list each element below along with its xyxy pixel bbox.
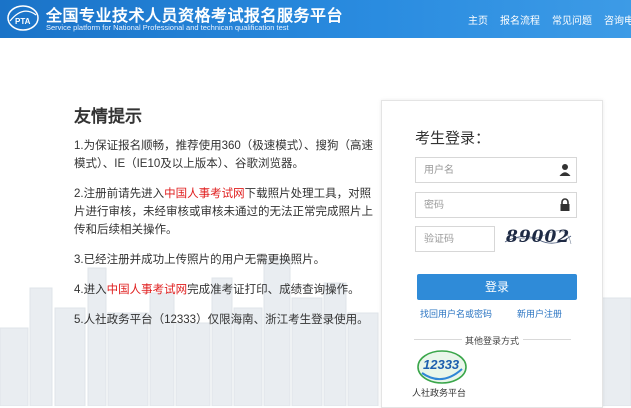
captcha-input[interactable] <box>422 227 496 251</box>
captcha-field-box <box>415 226 496 252</box>
cpta-link[interactable]: 中国人事考试网 <box>164 188 245 200</box>
divider-right <box>523 339 571 340</box>
user-icon <box>559 164 571 176</box>
top-nav: 主页 报名流程 常见问题 咨询电话 <box>468 12 631 27</box>
notice-item-4: 4.进入中国人事考试网完成准考证打印、成绩查询操作。 <box>74 281 374 299</box>
notice-item-2: 2.注册前请先进入中国人事考试网下载照片处理工具，对照片进行审核，未经审核或审核… <box>74 185 374 239</box>
divider-left <box>414 339 462 340</box>
site-subtitle: Service platform for National Profession… <box>46 23 289 32</box>
login-button[interactable]: 登录 <box>417 274 577 300</box>
password-input[interactable] <box>422 193 556 217</box>
notice-title: 友情提示 <box>74 107 142 126</box>
cpta-link-2[interactable]: 中国人事考试网 <box>107 284 188 296</box>
register-link[interactable]: 新用户注册 <box>517 307 562 320</box>
other-login-label: 其他登录方式 <box>465 336 520 346</box>
login-panel: 考生登录： 89002 登录 找回用户名或密码 新用户注册 其他登录方式 123… <box>381 100 603 408</box>
pta-logo-icon: PTA <box>7 5 39 31</box>
notice-item-3: 3.已经注册并成功上传照片的用户无需更换照片。 <box>74 254 326 266</box>
nav-process[interactable]: 报名流程 <box>500 12 540 27</box>
sheb-platform-label: 人社政务平台 <box>412 388 467 398</box>
captcha-image[interactable]: 89002 <box>503 226 573 250</box>
notice-item-4-post: 完成准考证打印、成绩查询操作。 <box>187 284 360 296</box>
lock-icon <box>560 198 570 211</box>
notice-item-5: 5.人社政务平台（12333）仅限海南、浙江考生登录使用。 <box>74 314 369 326</box>
login-title: 考生登录： <box>415 130 491 147</box>
sheb-logo-text: 12333 <box>423 357 460 372</box>
logo-text: PTA <box>15 17 31 26</box>
nav-phone[interactable]: 咨询电话 <box>604 12 631 27</box>
captcha-code: 89002 <box>506 227 571 247</box>
nav-home[interactable]: 主页 <box>468 12 488 27</box>
username-input[interactable] <box>422 158 556 182</box>
notice-item-2-pre: 2.注册前请先进入 <box>74 188 165 200</box>
username-field-box <box>415 157 577 183</box>
forgot-password-link[interactable]: 找回用户名或密码 <box>420 307 492 320</box>
password-field-box <box>415 192 577 218</box>
nav-faq[interactable]: 常见问题 <box>552 12 592 27</box>
notice-panel: 友情提示 1.为保证报名顺畅，推荐使用360（极速模式）、搜狗（高速模式）、IE… <box>74 102 374 341</box>
notice-item-1: 1.为保证报名顺畅，推荐使用360（极速模式）、搜狗（高速模式）、IE（IE10… <box>74 140 374 170</box>
notice-item-4-pre: 4.进入 <box>74 284 107 296</box>
top-header: PTA 全国专业技术人员资格考试报名服务平台 Service platform … <box>0 0 631 38</box>
sheb-12333-logo-icon[interactable]: 12333 <box>416 347 468 387</box>
